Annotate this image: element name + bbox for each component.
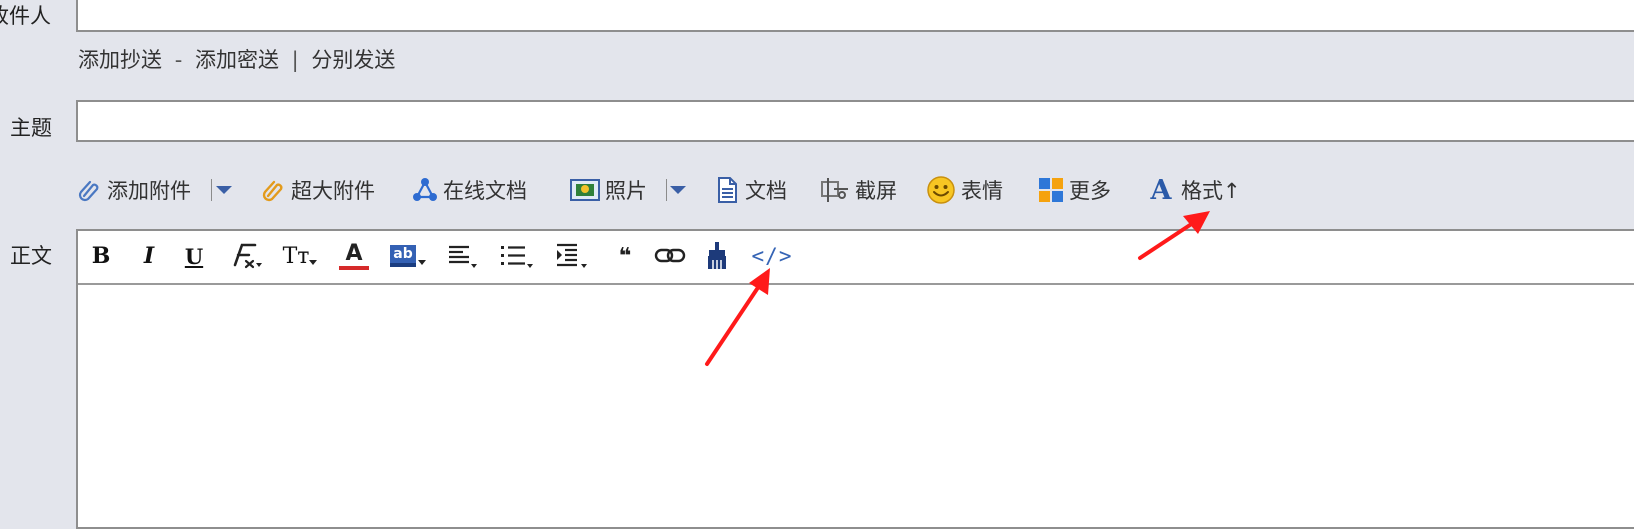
source-code-icon: </>: [751, 244, 793, 268]
add-cc-link[interactable]: 添加抄送: [78, 48, 162, 72]
recipient-input[interactable]: [76, 0, 1634, 32]
photo-button[interactable]: 照片: [570, 172, 647, 208]
online-doc-button[interactable]: 在线文档: [412, 172, 527, 208]
attach-toolbar: 添加附件 超大附件 在线文档 照片 文档 截屏 表情 更多 A 格式↑: [0, 172, 1634, 212]
send-separately-link[interactable]: 分别发送: [311, 48, 395, 72]
link-icon: [654, 248, 686, 263]
subject-input[interactable]: [76, 100, 1634, 142]
body-content-area[interactable]: [78, 285, 1634, 527]
text-color-button[interactable]: A: [336, 239, 372, 273]
font-size-button[interactable]: Tт: [280, 239, 320, 273]
add-attachment-button[interactable]: 添加附件: [76, 172, 191, 208]
emoji-button[interactable]: 表情: [926, 172, 1003, 208]
letter-a-icon: A: [1150, 174, 1172, 206]
photo-dropdown-icon[interactable]: [667, 179, 689, 201]
font-size-icon: Tт: [282, 243, 310, 269]
blockquote-button[interactable]: ❝: [610, 239, 640, 273]
underline-icon: U: [184, 243, 204, 269]
recipient-label: 收件人: [0, 4, 51, 28]
document-label: 文档: [745, 179, 787, 203]
brush-icon: [708, 242, 726, 269]
smiley-icon: [926, 175, 956, 205]
screenshot-button[interactable]: 截屏: [820, 172, 897, 208]
format-toggle-button[interactable]: A 格式↑: [1146, 172, 1241, 208]
font-family-button[interactable]: [228, 239, 266, 273]
list-button[interactable]: [498, 239, 538, 273]
cc-dash-separator: -: [174, 48, 183, 72]
picture-icon: [570, 177, 600, 203]
underline-button[interactable]: U: [181, 239, 207, 273]
cc-pipe-separator: |: [291, 48, 299, 72]
attachment-dropdown-icon[interactable]: [213, 179, 235, 201]
scissors-icon: [820, 177, 850, 203]
link-button[interactable]: [652, 239, 688, 273]
screenshot-label: 截屏: [855, 179, 897, 203]
bg-color-caret-icon: [417, 260, 426, 265]
source-code-button[interactable]: </>: [746, 239, 798, 273]
bold-button[interactable]: B: [88, 239, 114, 273]
document-button[interactable]: 文档: [714, 172, 787, 208]
body-label: 正文: [10, 244, 52, 268]
clear-format-button[interactable]: [702, 239, 732, 273]
document-icon: [714, 177, 740, 203]
paperclip-orange-icon: [260, 177, 286, 203]
add-attachment-label: 添加附件: [107, 179, 191, 203]
bg-color-button[interactable]: ab: [388, 239, 428, 273]
font-size-caret-icon: [309, 260, 318, 265]
cc-links: 添加抄送 - 添加密送 | 分别发送: [78, 45, 395, 75]
triangle-nodes-icon: [412, 177, 438, 203]
italic-button[interactable]: I: [136, 239, 162, 273]
large-attachment-button[interactable]: 超大附件: [260, 172, 375, 208]
bold-icon: B: [91, 243, 111, 269]
grid-icon: [1038, 177, 1064, 203]
attachment-split-divider: [211, 179, 212, 201]
large-attachment-label: 超大附件: [291, 179, 375, 203]
paperclip-icon: [76, 177, 102, 203]
bullet-list-icon: [501, 246, 533, 268]
more-button[interactable]: 更多: [1038, 172, 1111, 208]
font-family-icon: [233, 243, 262, 269]
indent-button[interactable]: [554, 239, 594, 273]
text-color-swatch: [339, 265, 369, 270]
add-bcc-link[interactable]: 添加密送: [195, 48, 279, 72]
text-color-icon: A: [345, 240, 363, 266]
bg-color-icon: ab: [390, 245, 416, 267]
online-doc-label: 在线文档: [443, 179, 527, 203]
subject-label: 主题: [10, 116, 52, 140]
quote-icon: ❝: [618, 243, 632, 269]
photo-label: 照片: [605, 179, 647, 203]
body-editor: B I U Tт A ab ❝ </>: [76, 229, 1634, 529]
format-toggle-label: 格式↑: [1181, 179, 1241, 203]
emoji-label: 表情: [961, 179, 1003, 203]
align-button[interactable]: [446, 239, 482, 273]
more-label: 更多: [1069, 179, 1111, 203]
italic-icon: I: [143, 243, 155, 269]
indent-icon: [557, 243, 587, 268]
align-left-icon: [449, 245, 477, 268]
format-toolbar: B I U Tт A ab ❝ </>: [78, 231, 1634, 285]
